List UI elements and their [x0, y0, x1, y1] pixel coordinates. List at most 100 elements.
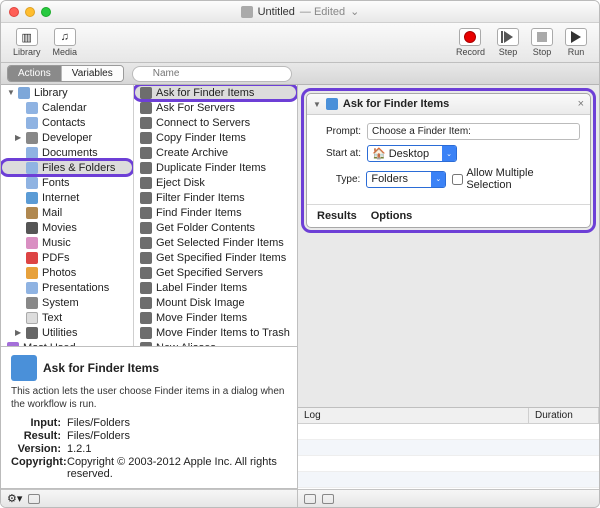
title-dropdown-icon[interactable]: ⌄ — [350, 5, 359, 18]
action-item[interactable]: New Aliases — [134, 340, 297, 346]
globe-icon — [26, 192, 38, 204]
library-item[interactable]: Documents — [1, 145, 133, 160]
action-item[interactable]: Duplicate Finder Items — [134, 160, 297, 175]
start-at-label: Start at: — [317, 148, 361, 159]
library-item[interactable]: PDFs — [1, 250, 133, 265]
record-button[interactable]: Record — [452, 26, 489, 59]
start-at-popup[interactable]: 🏠 Desktop ⌄ — [367, 145, 457, 162]
close-action-icon[interactable]: × — [578, 98, 584, 110]
library-item[interactable]: Mail — [1, 205, 133, 220]
library-item[interactable]: Presentations — [1, 280, 133, 295]
library-icon — [18, 87, 30, 99]
action-icon — [140, 297, 152, 309]
view-mode-icon[interactable] — [304, 494, 316, 504]
library-item[interactable]: ▶Developer — [1, 130, 133, 145]
disclosure-icon[interactable]: ▼ — [7, 88, 14, 97]
util-icon — [26, 327, 38, 339]
right-statusbar — [298, 489, 599, 507]
minimize-icon[interactable] — [25, 7, 35, 17]
library-item[interactable]: Contacts — [1, 115, 133, 130]
library-item[interactable]: System — [1, 295, 133, 310]
tab-actions[interactable]: Actions — [8, 66, 62, 81]
zoom-icon[interactable] — [41, 7, 51, 17]
mail-icon — [26, 207, 38, 219]
traffic-lights — [9, 7, 51, 17]
action-icon — [140, 177, 152, 189]
results-tab[interactable]: Results — [317, 210, 357, 222]
log-column-header[interactable]: Log — [298, 408, 529, 423]
allow-multiple-checkbox[interactable]: Allow Multiple Selection — [452, 167, 580, 191]
library-item[interactable]: Calendar — [1, 100, 133, 115]
type-label: Type: — [317, 174, 360, 185]
actions-column: Ask for Finder ItemsAsk For ServersConne… — [134, 85, 297, 346]
library-item[interactable]: Photos — [1, 265, 133, 280]
action-item[interactable]: Connect to Servers — [134, 115, 297, 130]
pdf-icon — [26, 252, 38, 264]
disclosure-icon[interactable]: ▶ — [15, 133, 22, 142]
library-item[interactable]: ▶Utilities — [1, 325, 133, 340]
workflow-action[interactable]: ▼ Ask for Finder Items × Prompt: Start a… — [306, 93, 591, 228]
description-body: This action lets the user choose Finder … — [11, 385, 287, 411]
library-item[interactable]: Text — [1, 310, 133, 325]
action-item[interactable]: Eject Disk — [134, 175, 297, 190]
txt-icon — [26, 312, 38, 324]
action-item[interactable]: Label Finder Items — [134, 280, 297, 295]
automator-icon — [241, 6, 253, 18]
action-item[interactable]: Get Specified Finder Items — [134, 250, 297, 265]
library-button[interactable]: ▥ Library — [9, 26, 45, 59]
left-pane: ▼ Library CalendarContacts▶DeveloperDocu… — [1, 85, 298, 507]
type-popup[interactable]: Folders ⌄ — [366, 171, 446, 188]
music-icon — [26, 237, 38, 249]
stop-icon — [537, 32, 547, 42]
action-item[interactable]: Mount Disk Image — [134, 295, 297, 310]
action-item[interactable]: Find Finder Items — [134, 205, 297, 220]
duration-column-header[interactable]: Duration — [529, 408, 599, 423]
run-button[interactable]: Run — [561, 26, 591, 59]
gear-menu-icon[interactable]: ⚙▾ — [7, 492, 22, 505]
library-item[interactable]: Fonts — [1, 175, 133, 190]
library-item[interactable]: Most Used — [1, 340, 133, 346]
library-item[interactable]: Movies — [1, 220, 133, 235]
action-item[interactable]: Copy Finder Items — [134, 130, 297, 145]
action-item[interactable]: Filter Finder Items — [134, 190, 297, 205]
action-item[interactable]: Get Selected Finder Items — [134, 235, 297, 250]
action-item[interactable]: Ask for Finder Items — [134, 85, 297, 100]
panel-toggle-icon[interactable] — [28, 494, 40, 504]
action-icon — [140, 237, 152, 249]
action-item[interactable]: Ask For Servers — [134, 100, 297, 115]
action-icon — [140, 102, 152, 114]
close-icon[interactable] — [9, 7, 19, 17]
action-item[interactable]: Create Archive — [134, 145, 297, 160]
sidebar-segmented: Actions Variables — [7, 65, 124, 82]
prompt-input[interactable] — [367, 123, 580, 140]
action-icon — [140, 207, 152, 219]
movie-icon — [26, 222, 38, 234]
library-item[interactable]: Files & Folders — [1, 160, 133, 175]
search-input[interactable] — [132, 66, 292, 82]
action-item[interactable]: Get Folder Contents — [134, 220, 297, 235]
desktop-icon: 🏠 — [372, 147, 386, 160]
action-item[interactable]: Get Specified Servers — [134, 265, 297, 280]
library-root[interactable]: ▼ Library — [1, 85, 133, 100]
disclosure-icon[interactable]: ▶ — [15, 328, 22, 337]
view-mode-icon[interactable] — [322, 494, 334, 504]
action-icon — [140, 192, 152, 204]
step-icon — [504, 31, 513, 43]
options-tab[interactable]: Options — [371, 210, 413, 222]
action-item[interactable]: Move Finder Items — [134, 310, 297, 325]
action-item[interactable]: Move Finder Items to Trash — [134, 325, 297, 340]
stop-button[interactable]: Stop — [527, 26, 557, 59]
disclosure-icon[interactable]: ▼ — [313, 100, 321, 109]
log-panel: Log Duration — [298, 407, 599, 507]
step-button[interactable]: Step — [493, 26, 523, 59]
action-icon — [140, 117, 152, 129]
finder-icon — [326, 98, 338, 110]
library-item[interactable]: Internet — [1, 190, 133, 205]
action-icon — [140, 282, 152, 294]
media-icon: ♫ — [54, 28, 76, 46]
folder-icon — [26, 162, 38, 174]
media-button[interactable]: ♫ Media — [49, 26, 82, 59]
tab-variables[interactable]: Variables — [62, 66, 123, 81]
library-item[interactable]: Music — [1, 235, 133, 250]
record-icon — [464, 31, 476, 43]
